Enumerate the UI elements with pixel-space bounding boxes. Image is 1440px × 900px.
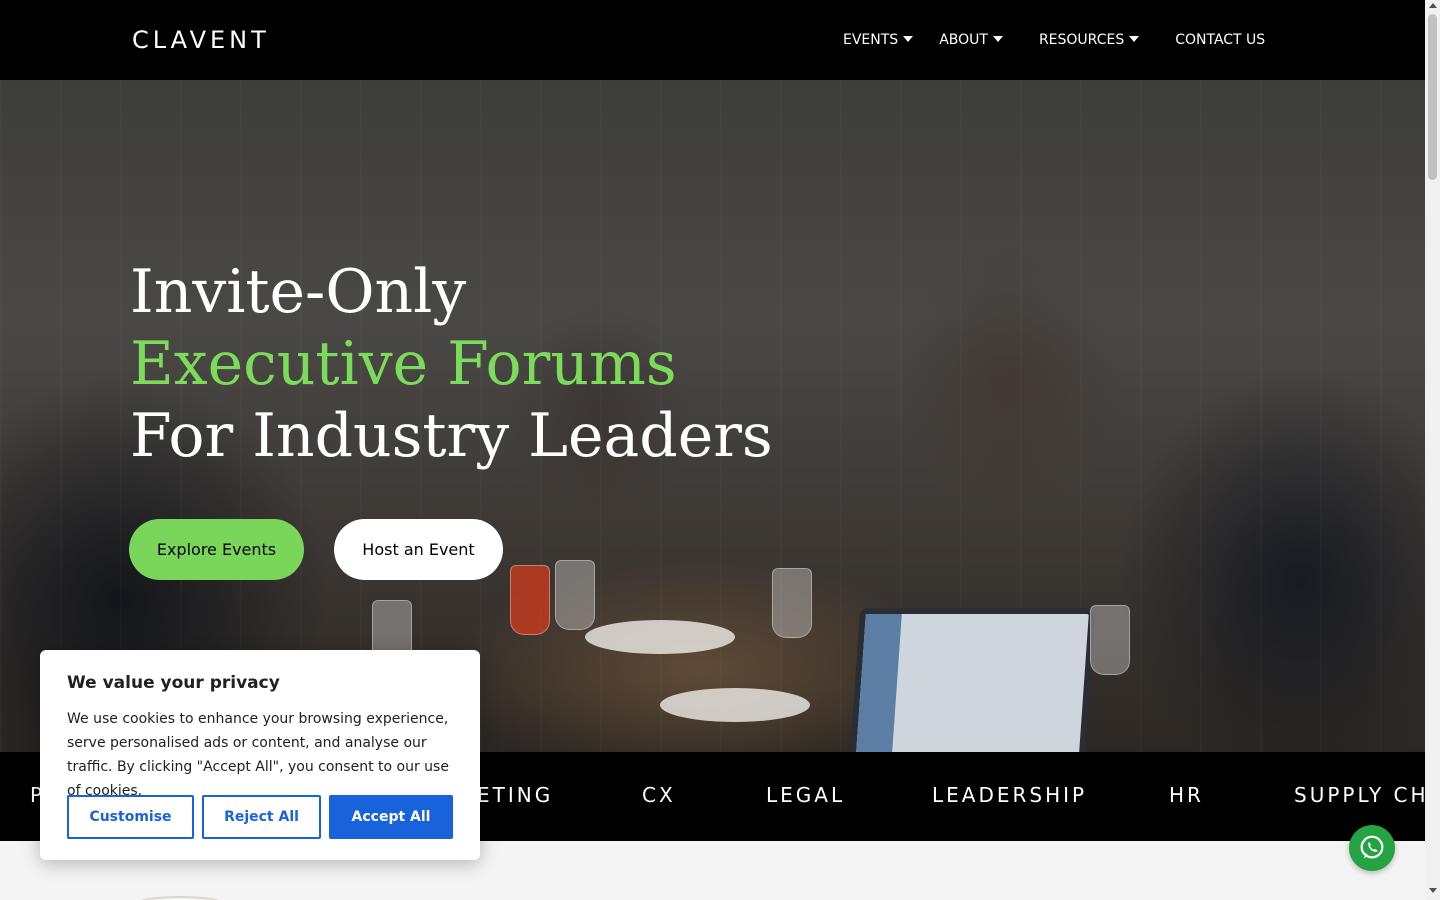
plate-illustration <box>585 620 735 654</box>
whatsapp-button[interactable] <box>1349 825 1395 871</box>
hero-title-accent: Executive Forums <box>130 329 677 399</box>
ticker-item: SUPPLY CHA <box>1294 783 1425 807</box>
nav-events-label: EVENTS <box>843 32 899 48</box>
whatsapp-icon <box>1360 835 1384 859</box>
ticker-item: LEGAL <box>766 783 846 807</box>
site-header: CLAVENT EVENTS ABOUT RESOURCES CONTACT U… <box>0 0 1425 80</box>
plate-illustration <box>660 688 810 722</box>
caret-down-icon <box>1129 36 1140 42</box>
vertical-scrollbar[interactable] <box>1425 0 1440 900</box>
page: CLAVENT EVENTS ABOUT RESOURCES CONTACT U… <box>0 0 1440 900</box>
scroll-up-arrow-icon[interactable] <box>1429 3 1437 8</box>
ticker-item: HR <box>1169 783 1204 807</box>
laptop-illustration <box>849 608 1096 752</box>
scrollbar-thumb[interactable] <box>1428 14 1437 180</box>
logo[interactable]: CLAVENT <box>132 26 270 54</box>
ticker-item: CX <box>642 783 676 807</box>
glass-illustration <box>510 565 550 635</box>
cookie-banner-title: We value your privacy <box>67 673 280 693</box>
hero-title-line1: Invite-Only <box>130 257 467 327</box>
nav-resources-label: RESOURCES <box>1038 32 1125 48</box>
cookie-banner-text: We use cookies to enhance your browsing … <box>67 711 449 799</box>
ticker-item: LEADERSHIP <box>932 783 1088 807</box>
customise-button[interactable]: Customise <box>67 795 194 839</box>
accept-all-button[interactable]: Accept All <box>329 795 453 839</box>
reject-all-button[interactable]: Reject All <box>202 795 321 839</box>
nav-contact-us-label: CONTACT US <box>1175 32 1266 48</box>
scroll-down-arrow-icon[interactable] <box>1429 888 1437 893</box>
explore-events-button[interactable]: Explore Events <box>129 519 304 580</box>
caret-down-icon <box>903 36 914 42</box>
nav-resources[interactable]: RESOURCES <box>1038 30 1140 50</box>
main-nav: EVENTS ABOUT RESOURCES CONTACT US <box>843 30 1265 50</box>
caret-down-icon <box>992 36 1003 42</box>
nav-events[interactable]: EVENTS <box>843 30 914 50</box>
glass-illustration <box>555 560 595 630</box>
ticker-item: ETING <box>477 783 554 807</box>
glass-illustration <box>772 568 812 638</box>
cookie-consent-banner: We value your privacy We use cookies to … <box>40 650 480 860</box>
hero-title-line3: For Industry Leaders <box>130 401 773 471</box>
nav-contact-us[interactable]: CONTACT US <box>1175 30 1265 50</box>
glass-illustration <box>1090 605 1130 675</box>
nav-about[interactable]: ABOUT <box>939 30 1003 50</box>
host-event-button[interactable]: Host an Event <box>334 519 503 580</box>
nav-about-label: ABOUT <box>939 32 988 48</box>
hero-title: Invite-Only Executive Forums For Industr… <box>130 256 773 472</box>
